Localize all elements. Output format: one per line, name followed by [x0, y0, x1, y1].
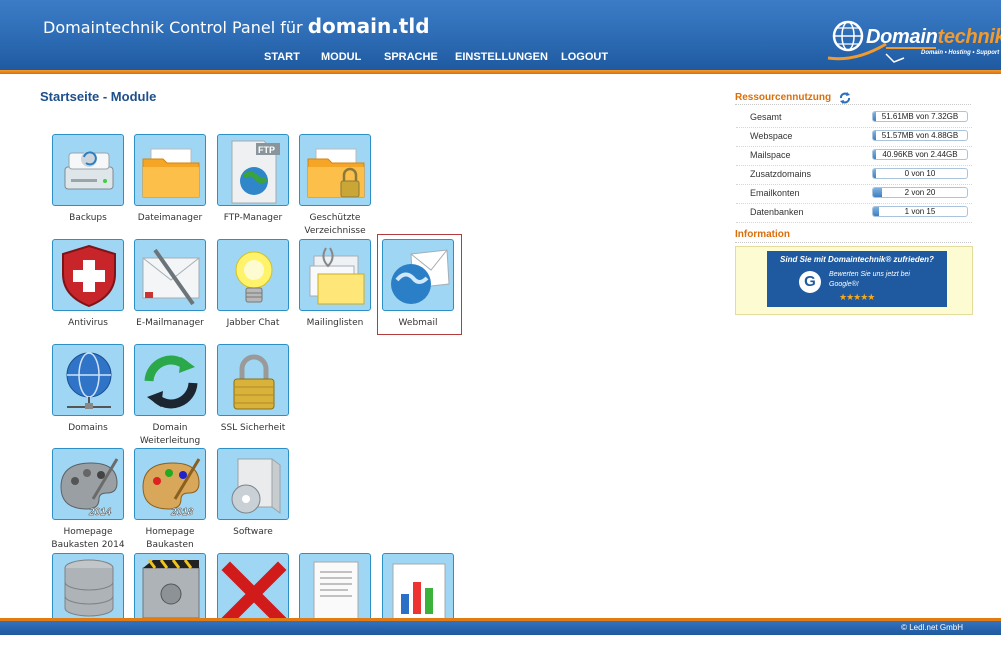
information-box: Sind Sie mit Domaintechnik® zufrieden? G… — [735, 246, 973, 315]
module-label: Domain Weiterleitung — [139, 423, 201, 446]
module-document[interactable] — [288, 553, 374, 653]
module-label: Domains — [68, 423, 108, 433]
resource-bar: 51.57MB von 4.88GB — [872, 130, 968, 141]
red-x-icon — [221, 561, 287, 624]
module-mailinglisten[interactable]: Mailinglisten — [288, 239, 374, 339]
palette-2014-icon: 2014 — [60, 458, 119, 518]
module-label: FTP-Manager — [223, 213, 283, 223]
module-label: Software — [233, 527, 273, 537]
resource-bar: 0 von 10 — [872, 168, 968, 179]
nav-sprache[interactable]: SPRACHE — [384, 51, 438, 63]
padlock-icon — [233, 354, 275, 410]
module-delete[interactable] — [206, 553, 292, 653]
resource-row: Webspace 51.57MB von 4.88GB — [736, 128, 972, 147]
module-ftp-manager[interactable]: FTP FTP-Manager — [206, 134, 292, 234]
module-dateimanager[interactable]: Dateimanager — [123, 134, 209, 234]
resource-bar: 1 von 15 — [872, 206, 968, 217]
logo-brand-a: Domain — [866, 26, 938, 48]
module-label: Homepage Baukasten — [145, 527, 195, 550]
footer: © Ledl.net GmbH — [0, 618, 1001, 635]
svg-text:2018: 2018 — [170, 507, 194, 518]
resources-divider — [735, 104, 971, 105]
module-label: Webmail — [398, 318, 438, 328]
page-title: Startseite - Module — [40, 89, 157, 104]
module-backups[interactable]: Backups — [41, 134, 127, 234]
lightbulb-icon — [235, 251, 273, 303]
footer-copyright: © Ledl.net GmbH — [901, 623, 963, 632]
module-domains[interactable]: Domains — [41, 344, 127, 444]
resource-bar: 51.61MB von 7.32GB — [872, 111, 968, 122]
module-antivirus[interactable]: Antivirus — [41, 239, 127, 339]
information-title: Information — [735, 229, 790, 240]
banner-text: Bewerten Sie uns jetzt bei Google®! — [829, 271, 910, 288]
module-domain-weiterleitung[interactable]: Domain Weiterleitung — [123, 344, 209, 446]
resource-row: Datenbanken 1 von 15 — [736, 204, 972, 223]
resource-row: Gesamt 51.61MB von 7.32GB — [736, 109, 972, 128]
module-label: Antivirus — [68, 318, 108, 328]
module-jabber-chat[interactable]: Jabber Chat — [206, 239, 292, 339]
logo-tagline: Domain • Hosting • Support — [921, 50, 1000, 56]
module-e-mailmanager[interactable]: E-Mailmanager — [123, 239, 209, 339]
logo-brand-b: technik — [937, 26, 1001, 48]
statistics-chart-icon — [392, 563, 446, 621]
database-icon — [64, 559, 114, 617]
nav-modul[interactable]: MODUL — [321, 51, 361, 63]
nav-logout[interactable]: LOGOUT — [561, 51, 608, 63]
module-geschuetzte-verzeichnisse[interactable]: Geschützte Verzeichnisse — [288, 134, 374, 236]
module-settings[interactable] — [123, 553, 209, 653]
google-g-icon: G — [799, 271, 821, 293]
backup-drive-icon — [64, 151, 114, 190]
mailing-list-icon — [309, 247, 365, 305]
module-label: Homepage Baukasten 2014 — [51, 527, 125, 550]
resource-bar: 40.96KB von 2.44GB — [872, 149, 968, 160]
refresh-icon[interactable] — [839, 92, 851, 104]
webmail-globe-icon — [391, 249, 450, 304]
mail-pen-icon — [142, 248, 200, 306]
module-homepage-baukasten-2014[interactable]: 2014 Homepage Baukasten 2014 — [41, 448, 127, 550]
module-label: Mailinglisten — [306, 318, 364, 328]
module-label: Geschützte Verzeichnisse — [304, 213, 366, 236]
information-divider — [735, 242, 971, 243]
panel-title-prefix: Domaintechnik Control Panel für — [43, 18, 303, 37]
resource-row: Zusatzdomains 0 von 10 — [736, 166, 972, 185]
document-icon — [313, 561, 359, 623]
banner-headline: Sind Sie mit Domaintechnik® zufrieden? — [780, 255, 934, 264]
globe-network-icon — [66, 352, 112, 409]
panel-title: Domaintechnik Control Panel für domain.t… — [43, 14, 430, 38]
module-label: E-Mailmanager — [136, 318, 204, 328]
palette-2018-icon: 2018 — [142, 458, 201, 518]
module-label: SSL Sicherheit — [220, 423, 286, 433]
module-label: Jabber Chat — [226, 318, 280, 328]
nav-einstellungen[interactable]: EINSTELLUNGEN — [455, 51, 548, 63]
module-homepage-baukasten[interactable]: 2018 Homepage Baukasten — [123, 448, 209, 550]
resource-row: Emailkonten 2 von 20 — [736, 185, 972, 204]
module-label: Dateimanager — [137, 213, 203, 223]
module-label: Backups — [69, 213, 107, 223]
ftp-file-icon: FTP — [231, 140, 280, 204]
locked-folder-icon — [307, 148, 365, 198]
antivirus-shield-icon — [62, 244, 116, 308]
panel-domain: domain.tld — [307, 14, 430, 38]
resources-title: Ressourcennutzung — [735, 92, 832, 103]
resource-bar: 2 von 20 — [872, 187, 968, 198]
module-databases[interactable] — [41, 553, 127, 653]
software-box-icon — [231, 458, 281, 514]
top-header: Domaintechnik Control Panel für domain.t… — [0, 0, 1001, 70]
svg-text:2014: 2014 — [88, 507, 112, 518]
header-accent-stripe — [0, 70, 1001, 74]
domaintechnik-logo[interactable]: Domaintechnik Domain • Hosting • Support — [826, 14, 1001, 68]
nav-start[interactable]: START — [264, 51, 300, 63]
redirect-arrows-icon — [144, 355, 198, 409]
folder-icon — [142, 148, 200, 198]
settings-gears-icon — [142, 559, 200, 619]
google-review-banner[interactable]: Sind Sie mit Domaintechnik® zufrieden? G… — [767, 251, 947, 307]
rating-stars: ★★★★★ — [839, 293, 875, 303]
resource-row: Mailspace 40.96KB von 2.44GB — [736, 147, 972, 166]
module-ssl-sicherheit[interactable]: SSL Sicherheit — [206, 344, 292, 444]
module-webmail[interactable]: Webmail — [371, 239, 457, 339]
module-software[interactable]: Software — [206, 448, 292, 548]
svg-text:FTP: FTP — [258, 145, 275, 155]
module-statistics[interactable] — [371, 553, 457, 653]
